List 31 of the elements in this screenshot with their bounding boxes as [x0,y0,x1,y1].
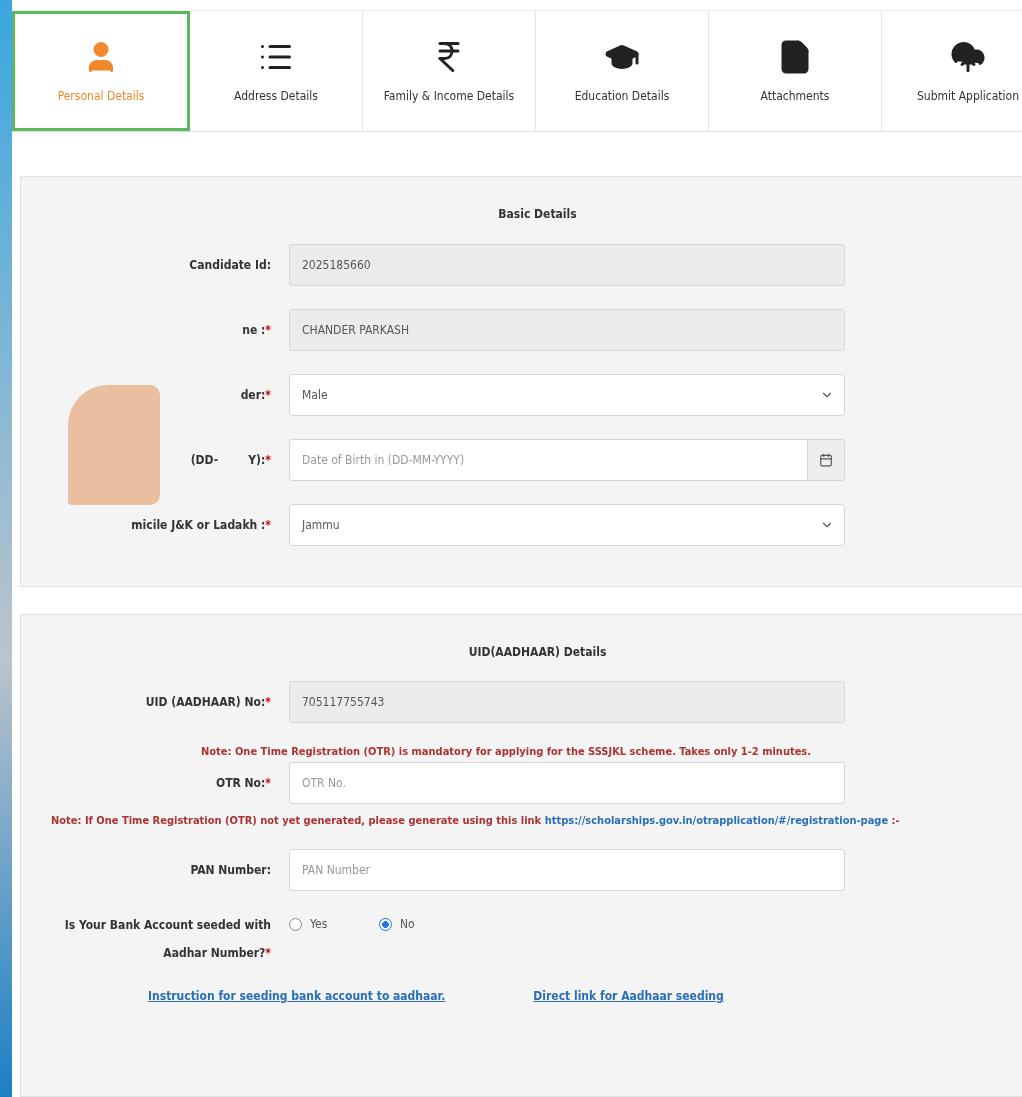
help-link[interactable]: Instruction for seeding bank account to aadhaar. [148,989,446,1003]
field-label: micile J&K or Ladakh :* [131,518,271,532]
step-tab[interactable]: Address Details [190,11,363,131]
step-tab[interactable]: Education Details [536,11,709,131]
registration-link[interactable]: https://scholarships.gov.in/otrapplication/#/registration-page [544,814,889,827]
field-label: der:* [240,388,271,402]
field-label: Candidate Id: [189,258,271,272]
step-tab[interactable]: Attachments [709,11,882,131]
readonly-field: CHANDER PARKASH [289,309,845,351]
radio-option[interactable]: Yes [289,917,379,931]
note-text: Note: One Time Registration (OTR) is mandatory for applying for the SSSJKL scheme. Takes only 1-2 minutes. [201,745,813,758]
readonly-field: 2025185660 [289,244,845,286]
step-tab[interactable]: Family & Income Details [363,11,536,131]
field-label: UID (AADHAAR) No:* [145,695,271,709]
cloud-upload-icon [950,39,986,75]
field-label: (DD- [190,453,219,467]
section-title: Basic Details [497,207,578,221]
select-field[interactable]: Male [289,374,845,416]
calendar-icon[interactable] [807,440,844,480]
field-label: PAN Number: [190,863,271,877]
field-label: OTR No:* [215,776,271,790]
section-title: UID(AADHAAR) Details [467,645,608,659]
step-tab[interactable]: Submit Application [882,11,1022,131]
field-label: Y):* [248,453,271,467]
radio-option[interactable]: No [379,917,469,931]
note-text: Note: If One Time Registration (OTR) not yet generated, please generate using this link https://scholarships.gov.in/otrapplication/#/registration-page :- [51,814,901,827]
field-label: Is Your Bank Account seeded with Aadhar Number?* [64,917,271,962]
select-field[interactable]: Jammu [289,504,845,546]
field-label: ne :* [242,323,271,337]
readonly-field: 705117755743 [289,681,845,723]
help-link[interactable]: Direct link for Aadhaar seeding [533,989,724,1003]
